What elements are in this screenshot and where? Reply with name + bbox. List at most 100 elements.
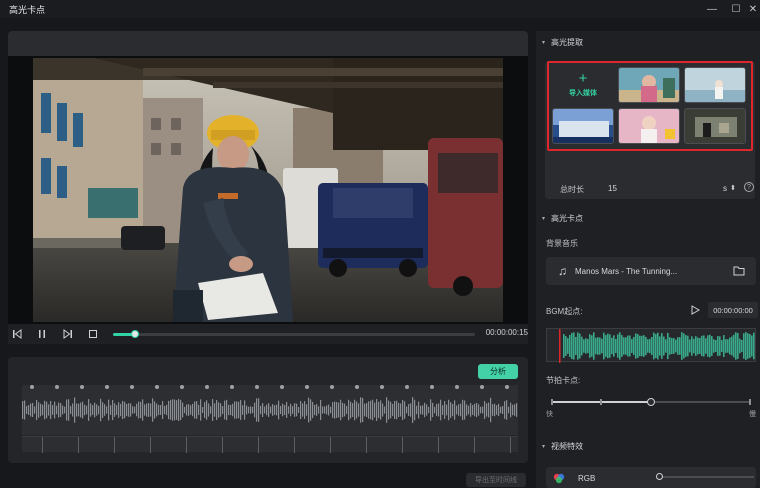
effect-row[interactable]: RGB (546, 467, 756, 488)
export-to-timeline-button[interactable]: 导出至时间线 (466, 473, 526, 487)
import-media-button[interactable]: + 导入媒体 (552, 67, 614, 103)
waveform-bar (120, 403, 122, 417)
playback-progress[interactable] (113, 330, 475, 338)
beat-dot[interactable] (155, 385, 159, 389)
beat-dot[interactable] (455, 385, 459, 389)
bgm-wave-bar (649, 338, 651, 354)
rgb-effect-icon (553, 473, 565, 484)
bgm-start-time-input[interactable]: 00:00:00:00 (708, 302, 758, 318)
waveform-bar (500, 406, 502, 414)
beat-dot[interactable] (305, 385, 309, 389)
bgm-wave-bar (695, 336, 697, 356)
beat-dot[interactable] (430, 385, 434, 389)
beat-dot[interactable] (55, 385, 59, 389)
minimize-button[interactable]: — (700, 1, 724, 17)
highlight-section-header[interactable]: ▾ 高光卡点 (542, 213, 583, 224)
beat-dot[interactable] (480, 385, 484, 389)
caret-down-icon: ▾ (542, 216, 546, 222)
beat-dot[interactable] (355, 385, 359, 389)
bgm-wave-bar (635, 333, 637, 359)
extract-section-header[interactable]: ▾ 高光提取 (542, 37, 583, 48)
start-marker[interactable] (559, 329, 561, 363)
help-icon[interactable]: ? (744, 182, 754, 192)
thumbnail-image (619, 109, 679, 143)
bgm-waveform[interactable] (546, 328, 756, 363)
waveform-bar (472, 404, 474, 416)
beat-dot[interactable] (80, 385, 84, 389)
bgm-selector[interactable]: ♫ Manos Mars - The Tunning... (546, 257, 756, 285)
waveform-bar (222, 405, 224, 415)
bgm-wave-bar (699, 338, 701, 354)
waveform-bar (70, 406, 72, 414)
step-forward-icon (63, 329, 72, 339)
beat-dot[interactable] (30, 385, 34, 389)
progress-handle[interactable] (130, 330, 139, 338)
waveform-bar (360, 397, 362, 423)
stop-button[interactable] (86, 327, 100, 341)
total-duration-input[interactable]: 15 s ⬍ (601, 180, 739, 196)
bgm-wave-bar (569, 334, 571, 358)
beat-dot[interactable] (255, 385, 259, 389)
beat-dot[interactable] (230, 385, 234, 389)
waveform-bar (176, 400, 178, 420)
waveform-bar (248, 406, 250, 414)
waveform-bar (196, 401, 198, 419)
waveform-bar (244, 400, 246, 420)
waveform-bar (426, 404, 428, 416)
analyze-button[interactable]: 分析 (478, 364, 518, 379)
maximize-button[interactable]: ☐ (724, 1, 748, 17)
beat-dot[interactable] (180, 385, 184, 389)
slider-handle[interactable] (647, 398, 655, 406)
play-icon[interactable] (691, 305, 700, 315)
beat-dot[interactable] (405, 385, 409, 389)
video-effect-section-header[interactable]: ▾ 视频特效 (542, 441, 583, 452)
effect-intensity-slider[interactable] (656, 473, 754, 480)
bgm-wave-bar (605, 335, 607, 357)
media-thumbnail[interactable] (552, 108, 614, 144)
pause-button[interactable] (35, 327, 49, 341)
waveform-bar (442, 405, 444, 415)
waveform-bar (246, 405, 248, 415)
spinner-arrows-icon[interactable]: ⬍ (730, 184, 736, 192)
media-thumbnail[interactable] (684, 108, 746, 144)
beat-dot[interactable] (330, 385, 334, 389)
media-thumbnail[interactable] (618, 108, 680, 144)
next-frame-button[interactable] (61, 327, 75, 341)
waveform-bar (92, 405, 94, 415)
music-note-icon: ♫ (558, 264, 567, 278)
waveform-bar (204, 402, 206, 418)
waveform-bar (42, 404, 44, 416)
video-preview[interactable] (8, 56, 528, 324)
waveform-bar (134, 406, 136, 414)
waveform-bar (264, 406, 266, 414)
waveform-bar (90, 403, 92, 417)
beat-marker-track[interactable] (22, 436, 518, 453)
waveform-bar (308, 397, 310, 423)
close-button[interactable]: ✕ (746, 1, 760, 17)
beat-dot[interactable] (130, 385, 134, 389)
media-thumbnail[interactable] (618, 67, 680, 103)
bgm-wave-bar (705, 338, 707, 354)
beat-tick (330, 437, 331, 453)
waveform-bar (394, 400, 396, 420)
waveform-bar (234, 401, 236, 419)
waveform-bar (270, 406, 272, 414)
slider-handle[interactable] (656, 473, 663, 480)
bgm-wave-bar (721, 339, 723, 353)
beat-density-slider[interactable] (551, 398, 751, 406)
beat-dot[interactable] (380, 385, 384, 389)
media-thumbnail[interactable] (684, 67, 746, 103)
waveform-bar (310, 399, 312, 421)
waveform-bar (422, 405, 424, 415)
beat-dot[interactable] (280, 385, 284, 389)
folder-icon[interactable] (733, 266, 745, 276)
beat-dot[interactable] (205, 385, 209, 389)
beat-dot[interactable] (505, 385, 509, 389)
waveform-bar (492, 404, 494, 416)
waveform-bar (146, 403, 148, 417)
prev-frame-button[interactable] (10, 327, 24, 341)
beat-dot[interactable] (105, 385, 109, 389)
bgm-wave-bar (617, 334, 619, 358)
waveform-bar (384, 406, 386, 414)
audio-waveform[interactable] (22, 385, 518, 435)
